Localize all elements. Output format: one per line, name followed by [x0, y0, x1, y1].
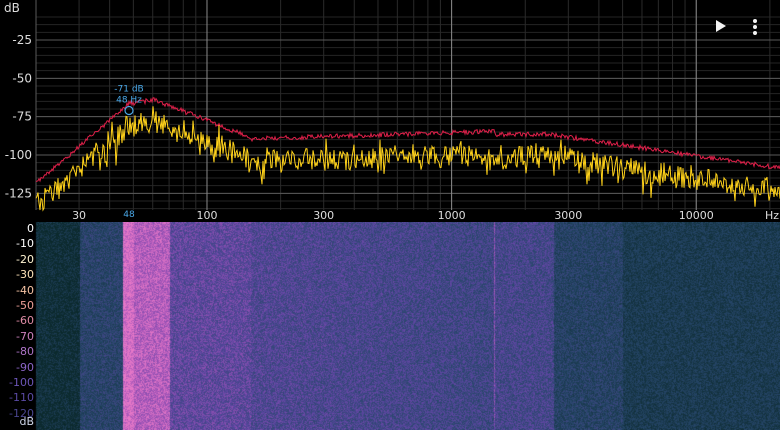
- spectrum-db-unit: dB: [4, 1, 20, 15]
- spectrogram[interactable]: [0, 222, 780, 430]
- spectrum-x-tick-label: 10000: [679, 209, 714, 222]
- spectrum-y-tick-label: -100: [5, 148, 32, 162]
- audio-analyzer-app: -71 dB 48 Hz 48 -25 -50 -75 -100 -125 30 100 30…: [0, 0, 780, 430]
- spectrogram-db-tick: -30: [16, 268, 34, 282]
- spectrogram-db-tick: -20: [16, 252, 34, 266]
- spectrogram-db-tick: -100: [9, 376, 34, 389]
- spectrum-x-tick-label: 30: [72, 209, 86, 222]
- peak-db-readout: -71 dB: [114, 85, 143, 95]
- spectrogram-db-scale: 0 -10 -20 -30 -40 -50 -60 -70 -80 -90 -100 -110 -120…: [0, 222, 36, 430]
- spectrogram-db-tick: -60: [16, 314, 34, 328]
- play-icon: [716, 20, 726, 32]
- spectrogram-db-tick: -10: [16, 237, 34, 251]
- more-options-button[interactable]: [748, 18, 762, 40]
- spectrum-hz-unit: Hz: [765, 209, 779, 222]
- more-vertical-icon: [753, 19, 757, 35]
- spectrum-x-tick-label: 300: [313, 209, 334, 222]
- spectrum-x-tick-label: 3000: [554, 209, 582, 222]
- spectrum-y-tick-label: -25: [12, 33, 32, 47]
- spectrum-x-tick-label: 1000: [438, 209, 466, 222]
- spectrum-plot[interactable]: -71 dB 48 Hz 48 -25 -50 -75 -100 -125 30 100 30…: [0, 0, 780, 222]
- spectrogram-db-tick: -40: [16, 283, 34, 297]
- spectrogram-db-tick: -80: [16, 345, 34, 359]
- peak-hz-readout: 48 Hz: [116, 96, 142, 106]
- spectrogram-db-tick: -110: [9, 391, 34, 405]
- spectrogram-db-tick: 0: [27, 222, 34, 235]
- peak-frequency-axis-label: 48: [123, 210, 135, 220]
- spectrum-y-tick-label: -125: [5, 186, 32, 200]
- spectrum-y-tick-label: -50: [12, 71, 32, 85]
- spectrum-x-tick-label: 100: [196, 209, 217, 222]
- spectrogram-db-tick: -70: [16, 329, 34, 343]
- spectrogram-db-tick: -90: [16, 360, 34, 374]
- spectrogram-db-unit: dB: [19, 415, 34, 428]
- play-button[interactable]: [714, 18, 728, 38]
- spectrum-y-tick-label: -75: [12, 110, 32, 124]
- spectrogram-db-tick: -50: [16, 299, 34, 312]
